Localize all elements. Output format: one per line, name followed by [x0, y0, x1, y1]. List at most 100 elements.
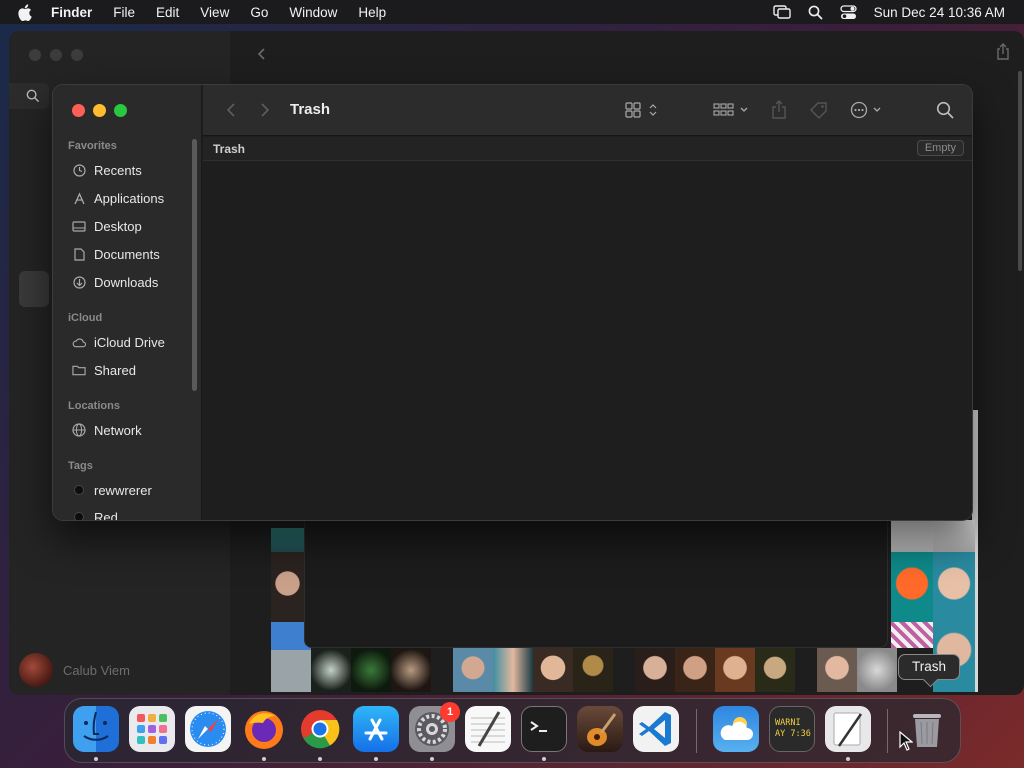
sidebar-section-tags: Tags — [68, 460, 93, 472]
sidebar-item-label: Applications — [94, 190, 165, 206]
sidebar-item-label: Downloads — [94, 274, 159, 290]
screen-mirroring-icon[interactable] — [772, 5, 791, 19]
control-center-icon[interactable] — [840, 4, 857, 20]
menu-window[interactable]: Window — [289, 5, 337, 20]
group-icon[interactable] — [713, 102, 751, 118]
dock-garageband-icon[interactable] — [577, 706, 623, 752]
menu-file[interactable]: File — [113, 5, 135, 20]
zoom-button[interactable] — [114, 104, 127, 117]
window-title: Trash — [290, 101, 331, 118]
sidebar-item-network[interactable]: Network — [72, 419, 142, 441]
photo-thumbnail — [891, 520, 933, 552]
notification-badge: 1 — [440, 702, 460, 722]
dock-script-editor-icon[interactable] — [825, 706, 871, 752]
dock-weather-icon[interactable] — [713, 706, 759, 752]
dock-finder-icon[interactable] — [73, 706, 119, 752]
shared-folder-icon — [72, 363, 86, 377]
menu-app-name[interactable]: Finder — [51, 5, 92, 20]
file-list-area[interactable] — [203, 162, 972, 520]
search-icon[interactable] — [936, 101, 954, 119]
photo-thumbnail — [311, 648, 351, 692]
sidebar-item-desktop[interactable]: Desktop — [72, 215, 142, 237]
sidebar-item-recents[interactable]: Recents — [72, 159, 142, 181]
sidebar-scrollbar[interactable] — [192, 139, 197, 391]
dock-tooltip: Trash — [898, 654, 960, 680]
spotlight-search-icon[interactable] — [808, 5, 823, 20]
sidebar-item-documents[interactable]: Documents — [72, 243, 160, 265]
photo-thumbnail — [351, 648, 391, 692]
dock-chrome-icon[interactable] — [297, 706, 343, 752]
globe-icon — [72, 423, 86, 437]
dock-app-store-icon[interactable] — [353, 706, 399, 752]
tag-icon[interactable] — [809, 101, 829, 119]
user-name: Calub Viem — [63, 662, 130, 678]
running-indicator — [430, 757, 434, 761]
tag-color-dot-icon — [72, 483, 86, 497]
sidebar-item-tag[interactable]: rewwrerer — [72, 479, 152, 501]
dock-vscode-icon[interactable] — [633, 706, 679, 752]
dock-firefox-icon[interactable] — [241, 706, 287, 752]
share-icon[interactable] — [771, 100, 787, 120]
apple-icon[interactable] — [17, 3, 37, 21]
path-label: Trash — [213, 142, 246, 156]
dock-safari-icon[interactable] — [185, 706, 231, 752]
dock-textedit-icon[interactable] — [465, 706, 511, 752]
sidebar-item-downloads[interactable]: Downloads — [72, 271, 158, 293]
search-icon — [26, 89, 40, 103]
photo-thumbnail — [391, 648, 431, 692]
finder-sidebar: Favorites Recents Applications Desktop D… — [53, 85, 202, 520]
more-actions-icon[interactable] — [850, 101, 886, 119]
photo-thumbnail — [933, 552, 975, 622]
sidebar-item-label: Desktop — [94, 218, 142, 234]
finder-window: Favorites Recents Applications Desktop D… — [52, 84, 973, 521]
background-scrollbar[interactable] — [1018, 71, 1022, 271]
sidebar-item-applications[interactable]: Applications — [72, 187, 164, 209]
dock-terminal-icon[interactable] — [521, 706, 567, 752]
sidebar-item-shared[interactable]: Shared — [72, 359, 136, 381]
photo-thumbnail — [891, 622, 933, 648]
cloud-icon — [72, 335, 86, 349]
dock-separator — [887, 709, 888, 753]
sidebar-item-label: rewwrerer — [94, 482, 152, 498]
download-icon — [72, 275, 86, 289]
photo-thumbnail — [891, 552, 933, 622]
close-button[interactable] — [72, 104, 85, 117]
sidebar-item-icloud-drive[interactable]: iCloud Drive — [72, 331, 165, 353]
sidebar-section-locations: Locations — [68, 400, 120, 412]
minimize-button[interactable] — [93, 104, 106, 117]
avatar — [19, 653, 53, 687]
back-icon[interactable] — [226, 102, 236, 118]
menu-view[interactable]: View — [200, 5, 229, 20]
running-indicator — [262, 757, 266, 761]
photo-thumbnail — [933, 520, 975, 552]
dock-launchpad-icon[interactable] — [129, 706, 175, 752]
desktop-icon — [72, 219, 86, 233]
background-share-icon[interactable] — [996, 43, 1010, 66]
clock-icon — [72, 163, 86, 177]
background-search-field[interactable] — [9, 83, 49, 109]
tag-color-dot-icon — [72, 510, 86, 520]
menu-edit[interactable]: Edit — [156, 5, 179, 20]
photo-thumbnail — [715, 648, 755, 692]
photo-thumbnail — [675, 648, 715, 692]
background-back-icon[interactable] — [257, 45, 267, 66]
mouse-pointer-icon — [899, 730, 914, 756]
photo-thumbnail — [453, 648, 493, 692]
menu-clock[interactable]: Sun Dec 24 10:36 AM — [874, 5, 1005, 20]
photo-thumbnail — [817, 648, 857, 692]
sidebar-item-label: Recents — [94, 162, 142, 178]
background-selected-item — [19, 271, 49, 307]
photo-thumbnail — [755, 648, 795, 692]
dock-console-icon[interactable]: WARNI AY 7:36 — [769, 706, 815, 752]
empty-trash-button[interactable]: Empty — [916, 140, 964, 156]
sidebar-item-label: Network — [94, 422, 142, 438]
photo-thumbnail — [573, 648, 613, 692]
forward-icon[interactable] — [260, 102, 270, 118]
menu-go[interactable]: Go — [250, 5, 268, 20]
sidebar-section-favorites: Favorites — [68, 140, 117, 152]
background-panel — [304, 518, 888, 648]
icon-view-icon[interactable] — [625, 102, 659, 118]
sidebar-item-tag[interactable]: Red — [72, 506, 118, 520]
menu-help[interactable]: Help — [358, 5, 386, 20]
background-window-controls — [29, 49, 83, 61]
